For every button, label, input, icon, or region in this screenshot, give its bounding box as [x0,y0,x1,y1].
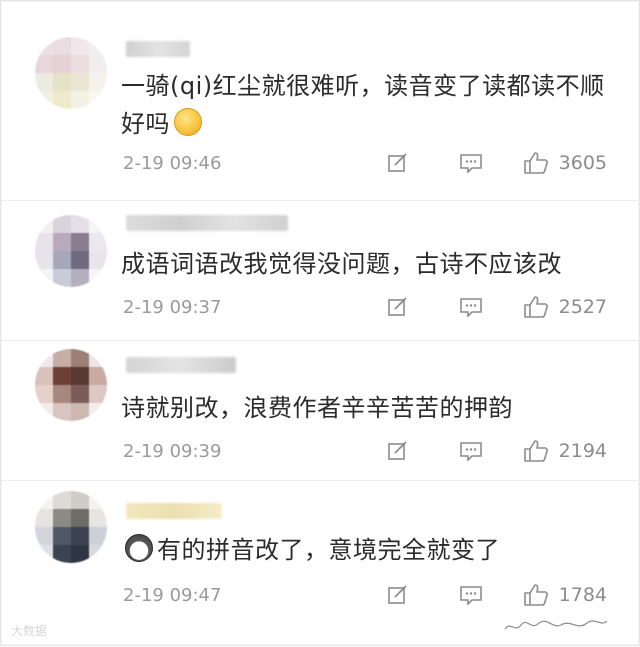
edit-icon [387,585,407,604]
comment-time: 2-19 09:39 [123,441,222,462]
repost-button[interactable] [387,440,411,462]
comment-actions: 2527 [387,295,607,319]
avatar[interactable] [35,491,107,563]
comment-list: 一骑(qi)红尘就很难听，读音变了读都读不顺好吗 2-19 09:46 3605 [0,0,640,646]
reply-button[interactable] [459,296,483,318]
username-redacted[interactable] [126,41,190,57]
comment-time: 2-19 09:37 [123,297,222,318]
like-button[interactable]: 3605 [523,151,607,175]
comment-item: 成语词语改我觉得没问题，古诗不应该改 2-19 09:37 2527 [1,201,640,341]
comment-time: 2-19 09:47 [123,585,222,606]
edit-icon [387,441,407,460]
edit-icon [387,297,407,316]
reply-button[interactable] [459,440,483,462]
comment-time: 2-19 09:46 [123,153,222,174]
like-count: 3605 [558,152,607,174]
comment-item: 诗就别改，浪费作者辛辛苦苦的押韵 2-19 09:39 2194 [1,341,640,481]
like-button[interactable]: 2527 [523,295,607,319]
comment-text-part: 诗就别改，浪费作者辛辛苦苦的押韵 [121,394,513,422]
like-count: 2527 [558,296,607,318]
comment-text-part: 成语词语改我觉得没问题，古诗不应该改 [121,250,562,278]
comment-item: 一骑(qi)红尘就很难听，读音变了读都读不顺好吗 2-19 09:46 3605 [1,1,640,201]
repost-button[interactable] [387,152,411,174]
watermark: 大数据 [11,622,47,639]
comment-actions: 1784 [387,583,607,607]
username-redacted[interactable] [126,357,236,373]
thumbs-up-icon [523,584,548,606]
comment-text: 有的拼音改了，意境完全就变了 [125,531,625,569]
repost-button[interactable] [387,584,411,606]
comment-bubble-icon [459,442,482,462]
avatar[interactable] [35,349,107,421]
reply-button[interactable] [459,584,483,606]
comment-text: 成语词语改我觉得没问题，古诗不应该改 [121,245,621,283]
comment-item: 有的拼音改了，意境完全就变了 2-19 09:47 1784 [1,481,640,647]
like-button[interactable]: 2194 [523,439,607,463]
thumbs-up-icon [523,152,548,174]
like-count: 1784 [558,584,607,606]
comment-text: 诗就别改，浪费作者辛辛苦苦的押韵 [121,389,621,427]
thumbs-up-icon [523,296,548,318]
avatar[interactable] [35,37,107,109]
comment-bubble-icon [459,586,482,606]
edit-icon [387,153,407,172]
username-redacted[interactable] [126,503,222,519]
repost-button[interactable] [387,296,411,318]
username-redacted[interactable] [126,215,288,231]
comment-actions: 2194 [387,439,607,463]
like-count: 2194 [558,440,607,462]
comment-text: 一骑(qi)红尘就很难听，读音变了读都读不顺好吗 [121,67,621,143]
comment-bubble-icon [459,298,482,318]
shy-face-emoji-icon [174,108,202,136]
avatar[interactable] [35,215,107,287]
comment-text-part: 有的拼音改了，意境完全就变了 [157,536,500,564]
watermark-text: 大数据 [11,624,48,638]
comment-actions: 3605 [387,151,607,175]
like-button[interactable]: 1784 [523,583,607,607]
comment-bubble-icon [459,154,482,174]
husky-face-emoji-icon [125,534,153,562]
reply-button[interactable] [459,152,483,174]
thumbs-up-icon [523,440,548,462]
scribble-mark-icon [504,620,608,630]
